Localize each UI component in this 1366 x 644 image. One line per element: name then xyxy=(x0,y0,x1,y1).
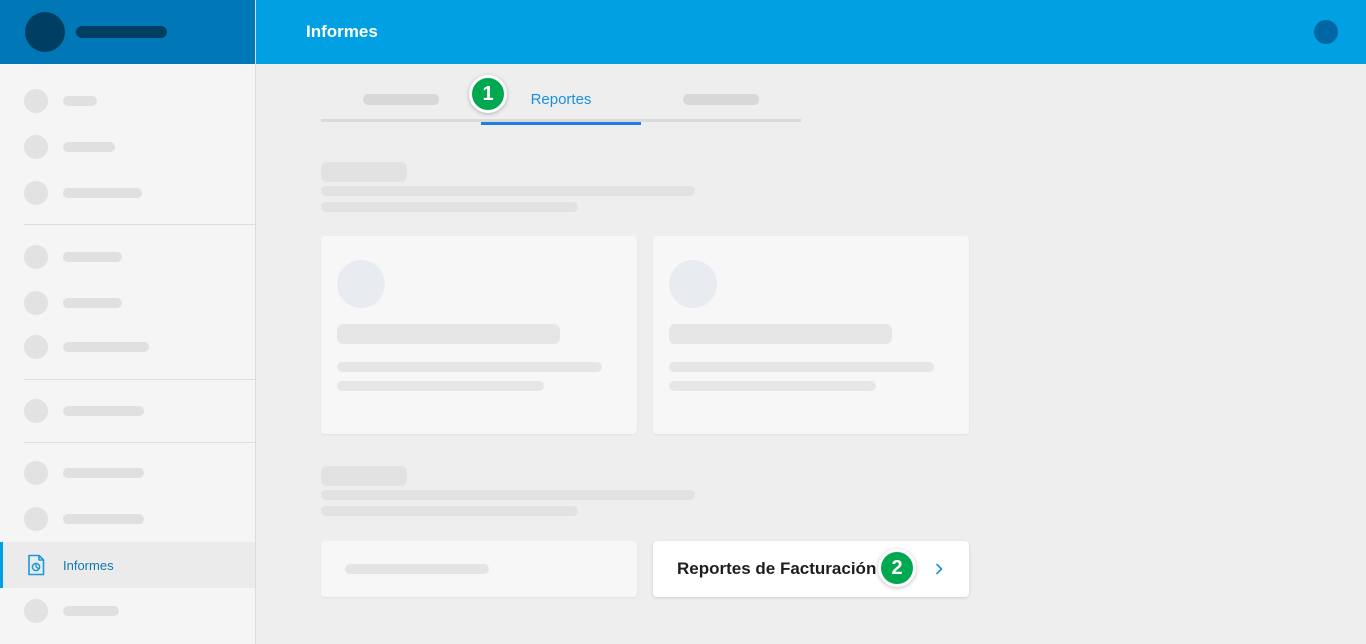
topbar: Informes xyxy=(256,0,1366,64)
sidebar-item-placeholder[interactable] xyxy=(0,234,255,280)
sidebar-item-label: Informes xyxy=(63,557,114,573)
link-label-placeholder xyxy=(345,564,489,574)
tab-label-placeholder xyxy=(683,93,759,105)
user-avatar[interactable] xyxy=(1314,20,1338,44)
nav-icon-placeholder xyxy=(24,89,48,113)
nav-icon-placeholder xyxy=(24,599,48,623)
nav-label-placeholder xyxy=(63,298,122,308)
feature-card-placeholder[interactable] xyxy=(321,236,637,434)
nav-divider xyxy=(24,379,255,380)
sidebar-item-placeholder[interactable] xyxy=(0,124,255,170)
sidebar-header xyxy=(0,0,255,64)
org-name-placeholder xyxy=(76,26,167,38)
nav-label-placeholder xyxy=(63,606,119,616)
report-document-icon xyxy=(24,553,48,577)
nav-divider xyxy=(24,224,255,225)
section-text-placeholder xyxy=(321,506,578,516)
chevron-right-icon xyxy=(936,563,943,575)
nav-label-placeholder xyxy=(63,142,115,152)
nav-icon-placeholder xyxy=(24,335,48,359)
nav-icon-placeholder xyxy=(24,181,48,205)
link-card-placeholder[interactable] xyxy=(321,541,637,597)
nav-label-placeholder xyxy=(63,468,144,478)
sidebar: Informes xyxy=(0,0,256,644)
tab-placeholder[interactable] xyxy=(321,76,481,122)
card-icon-placeholder xyxy=(337,260,385,308)
sidebar-item-placeholder[interactable] xyxy=(0,496,255,542)
feature-card-placeholder[interactable] xyxy=(653,236,969,434)
nav-icon-placeholder xyxy=(24,507,48,531)
sidebar-item-placeholder[interactable] xyxy=(0,388,255,434)
card-text-placeholder xyxy=(337,381,544,391)
step-badge-1: 1 xyxy=(469,75,507,113)
billing-reports-link[interactable]: Reportes de Facturación xyxy=(653,541,969,597)
card-text-placeholder xyxy=(669,381,876,391)
tab-bar: Reportes xyxy=(321,76,801,125)
step-badge-2: 2 xyxy=(878,549,916,587)
nav-icon-placeholder xyxy=(24,135,48,159)
org-avatar[interactable] xyxy=(25,12,65,52)
nav-label-placeholder xyxy=(63,252,122,262)
nav-icon-placeholder xyxy=(24,291,48,315)
page-title: Informes xyxy=(306,22,378,41)
section-title-placeholder xyxy=(321,466,407,486)
sidebar-item-placeholder[interactable] xyxy=(0,588,255,634)
sidebar-item-placeholder[interactable] xyxy=(0,170,255,216)
card-icon-placeholder xyxy=(669,260,717,308)
tab-placeholder[interactable] xyxy=(641,76,801,122)
nav-label-placeholder xyxy=(63,514,144,524)
nav-icon-placeholder xyxy=(24,399,48,423)
section-text-placeholder xyxy=(321,490,695,500)
sidebar-item-placeholder[interactable] xyxy=(0,280,255,326)
tab-label-placeholder xyxy=(363,93,439,105)
nav-divider xyxy=(24,442,255,443)
nav-label-placeholder xyxy=(63,342,149,352)
tab-label: Reportes xyxy=(530,90,592,108)
card-title-placeholder xyxy=(337,324,560,344)
section-text-placeholder xyxy=(321,202,578,212)
card-text-placeholder xyxy=(669,362,934,372)
sidebar-item-placeholder[interactable] xyxy=(0,324,255,370)
card-text-placeholder xyxy=(337,362,602,372)
nav-label-placeholder xyxy=(63,96,97,106)
nav-label-placeholder xyxy=(63,406,144,416)
sidebar-item-placeholder[interactable] xyxy=(0,450,255,496)
nav-label-placeholder xyxy=(63,188,142,198)
section-text-placeholder xyxy=(321,186,695,196)
link-label: Reportes de Facturación xyxy=(677,559,877,578)
sidebar-item-informes[interactable]: Informes xyxy=(0,542,255,588)
card-title-placeholder xyxy=(669,324,892,344)
nav-icon-placeholder xyxy=(24,245,48,269)
nav-icon-placeholder xyxy=(24,461,48,485)
section-title-placeholder xyxy=(321,162,407,182)
sidebar-item-placeholder[interactable] xyxy=(0,78,255,124)
